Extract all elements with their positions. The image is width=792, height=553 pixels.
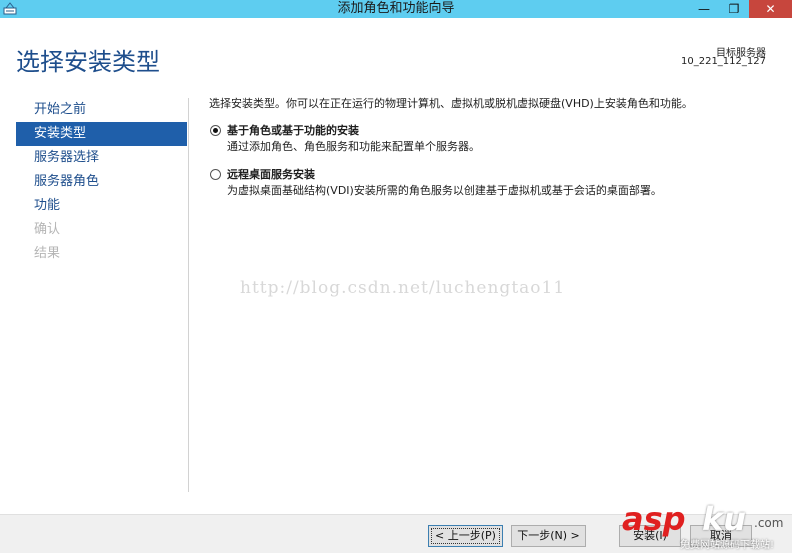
radio-selected-dot xyxy=(213,128,218,133)
previous-button[interactable]: < 上一步(P) xyxy=(428,525,503,547)
nav-item-results: 结果 xyxy=(34,246,61,261)
logo-asp-text: asp xyxy=(622,500,686,538)
logo-ku-text: ku xyxy=(702,500,747,538)
option-role-based-description: 通过添加角色、角色服务和功能来配置单个服务器。 xyxy=(227,140,480,153)
url-watermark: http://blog.csdn.net/luchengtao11 xyxy=(240,278,566,298)
wizard-step-list: 开始之前 安装类型 服务器选择 服务器角色 功能 确认 结果 xyxy=(16,98,187,266)
nav-item-server-selection[interactable]: 服务器选择 xyxy=(16,146,187,170)
page-title: 选择安装类型 xyxy=(16,48,160,76)
window-title: 添加角色和功能向导 xyxy=(337,1,455,16)
option-role-based[interactable]: 基于角色或基于功能的安装 通过添加角色、角色服务和功能来配置单个服务器。 xyxy=(209,123,779,155)
restore-icon: ❐ xyxy=(728,2,740,16)
nav-item-before-you-begin[interactable]: 开始之前 xyxy=(16,98,187,122)
nav-item-installation-type[interactable]: 安装类型 xyxy=(16,122,187,146)
close-icon: ✕ xyxy=(765,2,776,16)
minimize-button[interactable]: — xyxy=(690,0,718,18)
nav-item-confirmation: 确认 xyxy=(34,222,61,237)
logo-slogan: 免费网站源码下载站! xyxy=(680,540,775,551)
nav-item-features[interactable]: 功能 xyxy=(16,194,187,218)
aspku-logo: asp ku .com 免费网站源码下载站! xyxy=(622,500,792,553)
nav-divider xyxy=(188,98,189,492)
radio-role-based[interactable] xyxy=(210,125,221,136)
logo-com-text: .com xyxy=(754,516,784,530)
maximize-button[interactable]: ❐ xyxy=(720,0,748,18)
nav-item-server-roles[interactable]: 服务器角色 xyxy=(16,170,187,194)
target-server-name: 10_221_112_127 xyxy=(681,56,766,67)
intro-text: 选择安装类型。你可以在正在运行的物理计算机、虚拟机或脱机虚拟硬盘(VHD)上安装… xyxy=(209,97,693,110)
option-role-based-title[interactable]: 基于角色或基于功能的安装 xyxy=(227,123,779,139)
minimize-icon: — xyxy=(698,2,710,16)
next-button[interactable]: 下一步(N) > xyxy=(511,525,586,547)
close-button[interactable]: ✕ xyxy=(749,0,792,18)
radio-remote-desktop[interactable] xyxy=(210,169,221,180)
option-remote-desktop-description: 为虚拟桌面基础结构(VDI)安装所需的角色服务以创建基于虚拟机或基于会话的桌面部… xyxy=(227,184,662,197)
title-bar: 添加角色和功能向导 — ❐ ✕ xyxy=(0,0,792,18)
main-content: 选择安装类型。你可以在正在运行的物理计算机、虚拟机或脱机虚拟硬盘(VHD)上安装… xyxy=(209,96,779,199)
option-remote-desktop-title[interactable]: 远程桌面服务安装 xyxy=(227,167,779,183)
option-remote-desktop[interactable]: 远程桌面服务安装 为虚拟桌面基础结构(VDI)安装所需的角色服务以创建基于虚拟机… xyxy=(209,167,779,199)
